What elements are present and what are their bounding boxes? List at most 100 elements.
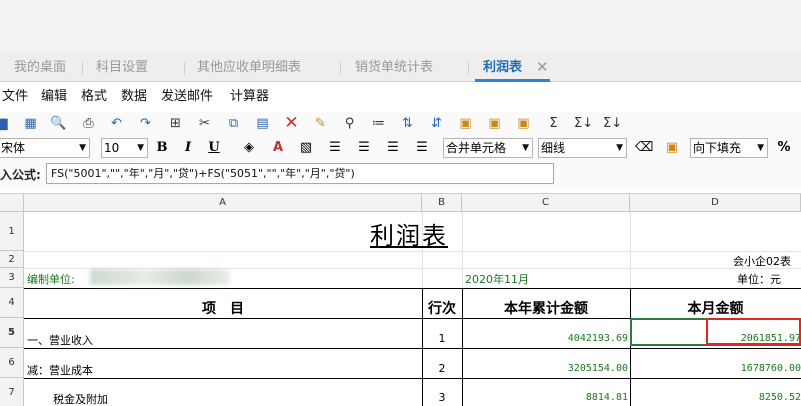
- menu-bar: 文件 编辑 格式 数据 发送邮件 计算器: [0, 83, 801, 110]
- spreadsheet-grid[interactable]: A B C D 1 2 3 4 5 6 7 利润表 会小企02表 编制单位: 2…: [0, 193, 801, 406]
- tab-my-desktop[interactable]: 我的桌面: [14, 54, 66, 82]
- form-code[interactable]: 会小企02表: [733, 253, 791, 269]
- menu-edit[interactable]: 编辑: [41, 83, 67, 110]
- italic-button[interactable]: I: [180, 139, 196, 157]
- print-icon[interactable]: ⎙: [80, 115, 97, 132]
- tab-separator: [468, 62, 469, 75]
- row-header-5[interactable]: 5: [0, 318, 24, 348]
- merge-cells-select[interactable]: 合并单元格 ▼: [443, 138, 533, 158]
- table-border: [24, 348, 801, 349]
- cut-icon[interactable]: ✂: [196, 115, 213, 132]
- row-line-cost[interactable]: 2: [422, 362, 462, 375]
- header-ytd-amount[interactable]: 本年累计金额: [462, 298, 630, 318]
- report-period[interactable]: 2020年11月: [465, 271, 529, 287]
- grid-select-icon[interactable]: ⊞: [167, 115, 184, 132]
- undo-icon[interactable]: ↶: [108, 115, 125, 132]
- align-right-icon[interactable]: ☰: [385, 139, 401, 157]
- print-preview-icon[interactable]: 🔍: [50, 115, 67, 132]
- tab-account-settings[interactable]: 科目设置: [96, 54, 148, 82]
- bold-button[interactable]: B: [154, 139, 170, 157]
- fill-color-icon[interactable]: ◈: [241, 139, 257, 157]
- close-icon[interactable]: ✕: [536, 54, 549, 80]
- row-header-7[interactable]: 7: [0, 378, 24, 406]
- align-left-icon[interactable]: ☰: [327, 139, 343, 157]
- tab-sales-statistics[interactable]: 销货单统计表: [355, 54, 433, 82]
- justify-icon[interactable]: ☰: [414, 139, 430, 157]
- redo-icon[interactable]: ↷: [137, 115, 154, 132]
- format-toolbar: 宋体 ▼ 10 ▼ B I U ◈ A ▧ ☰ ☰ ☰ ☰ 合并单元格 ▼ 细线…: [0, 136, 801, 160]
- paste-icon[interactable]: ▤: [254, 115, 271, 132]
- underline-button[interactable]: U: [206, 139, 222, 157]
- header-item[interactable]: 项 目: [24, 298, 422, 318]
- sort-ascending-icon[interactable]: ⇅: [399, 115, 416, 132]
- row-item-taxes[interactable]: 税金及附加: [53, 391, 108, 406]
- column-header-a[interactable]: A: [24, 194, 422, 212]
- border-style-select[interactable]: 细线 ▼: [538, 138, 627, 158]
- tab-income-statement[interactable]: 利润表: [475, 54, 551, 82]
- row-item-cost[interactable]: 减：营业成本: [27, 362, 93, 378]
- chevron-down-icon: ▼: [616, 143, 623, 153]
- row-header-4[interactable]: 4: [0, 288, 24, 318]
- gridline: [24, 251, 801, 252]
- column-header-c[interactable]: C: [462, 194, 630, 212]
- delete-icon[interactable]: ✕: [283, 115, 300, 132]
- row-ytd-revenue[interactable]: 4042193.69: [462, 333, 628, 344]
- format-painter-icon[interactable]: ✎: [312, 115, 329, 132]
- tab-separator: [340, 62, 341, 75]
- replace-icon[interactable]: ≔: [370, 115, 387, 132]
- row-ytd-cost[interactable]: 3205154.00: [462, 363, 628, 374]
- menu-calculator[interactable]: 计算器: [230, 83, 269, 110]
- gridline: [630, 212, 631, 288]
- row-header-2[interactable]: 2: [0, 251, 24, 268]
- fill-direction-select[interactable]: 向下填充 ▼: [690, 138, 768, 158]
- find-icon[interactable]: ⚲: [341, 115, 358, 132]
- column-header-d[interactable]: D: [630, 194, 801, 212]
- sum-column-icon[interactable]: Σ↓: [603, 115, 622, 132]
- row-header-1[interactable]: 1: [0, 212, 24, 251]
- clipboard-icon[interactable]: ▣: [457, 115, 474, 132]
- menu-format[interactable]: 格式: [81, 83, 107, 110]
- copy-icon[interactable]: ⧉: [225, 115, 242, 132]
- row-month-taxes[interactable]: 8250.52: [630, 392, 801, 403]
- eraser-icon[interactable]: ⌫: [635, 139, 653, 157]
- font-color-icon[interactable]: A: [270, 139, 286, 157]
- formula-label: 入公式:: [0, 168, 41, 182]
- font-name-select[interactable]: 宋体 ▼: [0, 138, 90, 158]
- row-line-revenue[interactable]: 1: [422, 332, 462, 345]
- insert-function-icon[interactable]: ▣: [664, 139, 680, 157]
- row-item-revenue[interactable]: 一、营业收入: [27, 332, 93, 348]
- tab-other-receivables[interactable]: 其他应收单明细表: [197, 54, 301, 82]
- menu-data[interactable]: 数据: [121, 83, 147, 110]
- row-ytd-taxes[interactable]: 8814.81: [462, 392, 628, 403]
- sort-descending-icon[interactable]: ⇵: [428, 115, 445, 132]
- fill-direction-value: 向下填充: [693, 141, 742, 155]
- font-size-select[interactable]: 10 ▼: [101, 138, 148, 158]
- border-icon[interactable]: ▧: [298, 139, 314, 157]
- save-as-icon[interactable]: ▦: [22, 115, 39, 132]
- clipboard-paste-icon[interactable]: ▣: [486, 115, 503, 132]
- percent-button[interactable]: %: [776, 139, 792, 157]
- row-month-cost[interactable]: 1678760.00: [630, 363, 801, 374]
- sum-row-icon[interactable]: Σ↓: [574, 115, 593, 132]
- column-header-b[interactable]: B: [422, 194, 462, 212]
- clipboard-special-icon[interactable]: ▣: [515, 115, 532, 132]
- highlight-annotation: [706, 318, 801, 345]
- font-size-value: 10: [104, 141, 120, 155]
- menu-send-mail[interactable]: 发送邮件: [161, 83, 213, 110]
- report-title[interactable]: 利润表: [370, 216, 448, 251]
- chevron-down-icon: ▼: [79, 143, 86, 153]
- row-header-6[interactable]: 6: [0, 348, 24, 378]
- header-line-no[interactable]: 行次: [422, 298, 462, 318]
- formula-input[interactable]: FS("5001","","年","月","贷")+FS("5051","","…: [46, 163, 554, 184]
- row-header-3[interactable]: 3: [0, 268, 24, 288]
- align-center-icon[interactable]: ☰: [356, 139, 372, 157]
- row-line-taxes[interactable]: 3: [422, 391, 462, 404]
- menu-file[interactable]: 文件: [2, 83, 28, 110]
- standard-toolbar: ▆ ▦ 🔍 ⎙ ↶ ↷ ⊞ ✂ ⧉ ▤ ✕ ✎ ⚲ ≔ ⇅ ⇵ ▣ ▣ ▣ Σ …: [0, 112, 801, 136]
- select-all-corner[interactable]: [0, 194, 24, 212]
- reporting-unit-label[interactable]: 编制单位:: [27, 271, 75, 287]
- header-month-amount[interactable]: 本月金额: [630, 298, 801, 318]
- sum-icon[interactable]: Σ: [545, 115, 562, 132]
- save-icon[interactable]: ▆: [0, 115, 11, 132]
- currency-unit[interactable]: 单位：元: [737, 271, 781, 287]
